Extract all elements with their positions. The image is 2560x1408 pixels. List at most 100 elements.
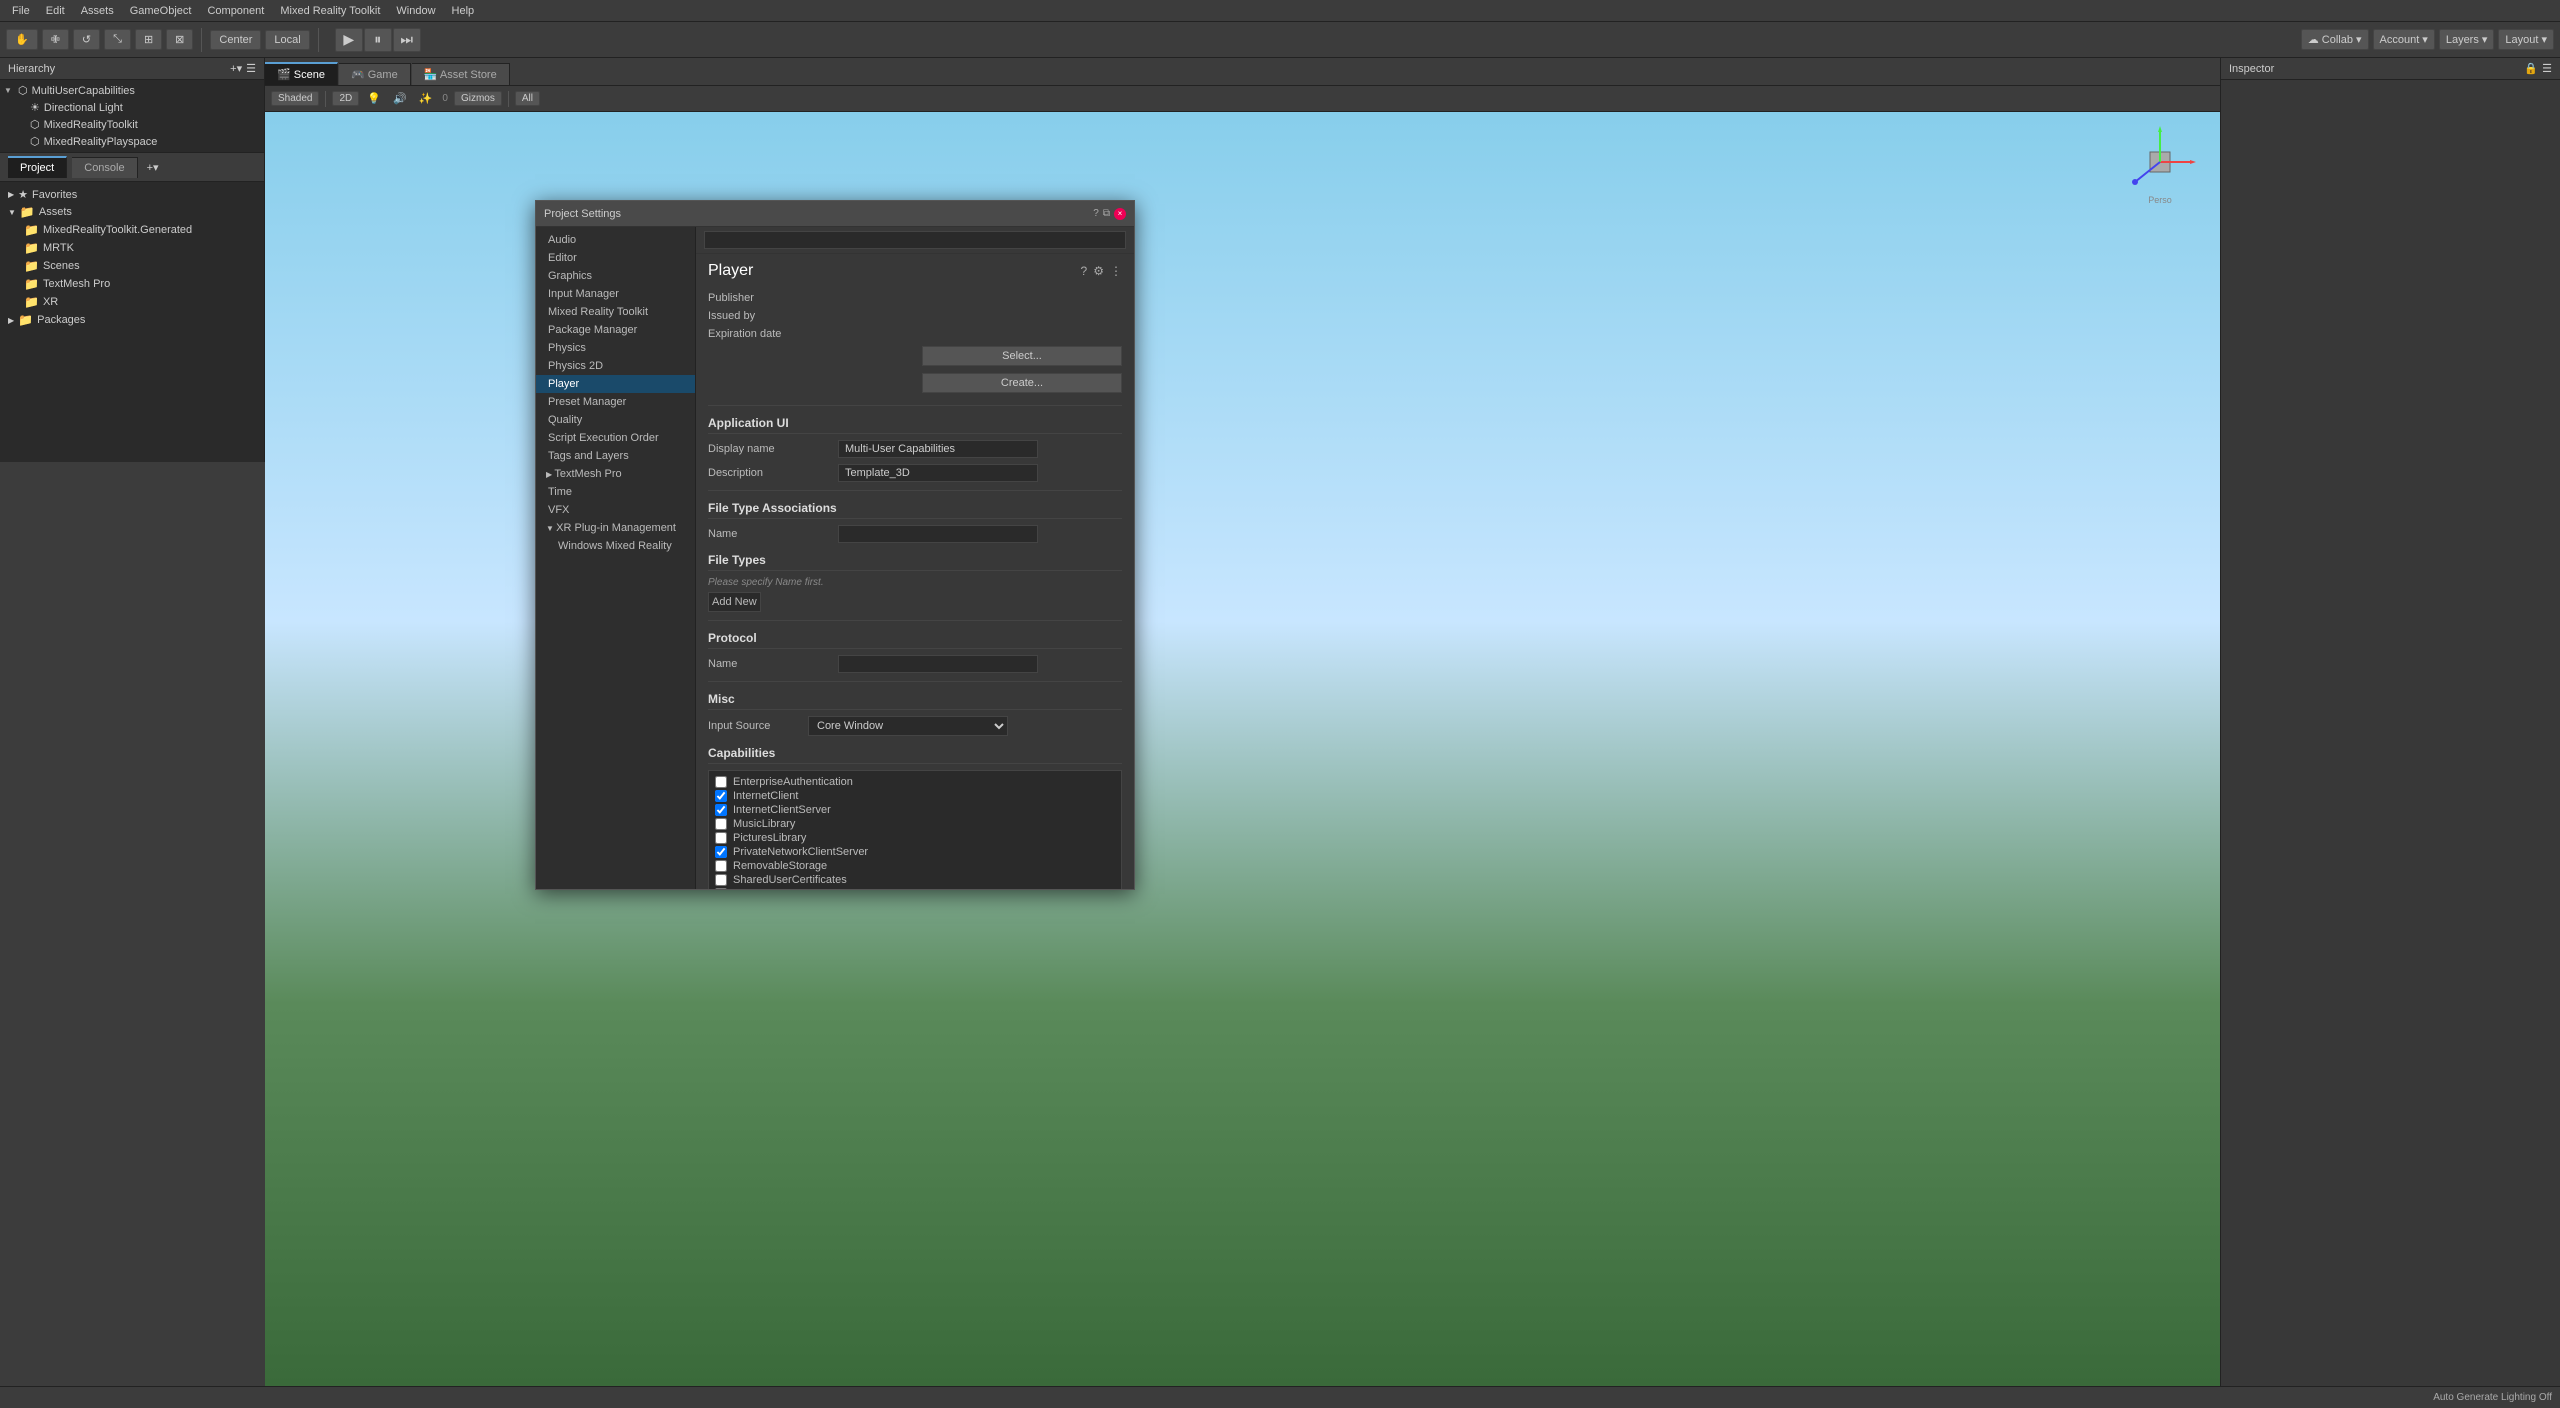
cap-internet-server-check[interactable]: [715, 804, 727, 816]
asset-item-1[interactable]: 📁 MRTK: [20, 239, 260, 257]
cap-enterprise-check[interactable]: [715, 776, 727, 788]
gizmos-btn[interactable]: Gizmos: [454, 91, 502, 106]
ps-overflow-icon[interactable]: ⋮: [1110, 264, 1122, 278]
cap-music-check[interactable]: [715, 818, 727, 830]
ps-menu-mrtk[interactable]: Mixed Reality Toolkit: [536, 303, 695, 321]
cap-private-network[interactable]: PrivateNetworkClientServer: [713, 845, 1117, 859]
cap-removable[interactable]: RemovableStorage: [713, 859, 1117, 873]
ps-menu-physics[interactable]: Physics: [536, 339, 695, 357]
cap-private-network-check[interactable]: [715, 846, 727, 858]
pause-button[interactable]: ⏸: [364, 28, 392, 52]
ps-menu-package[interactable]: Package Manager: [536, 321, 695, 339]
protocol-name-input[interactable]: [838, 655, 1038, 673]
account-button[interactable]: Account ▾: [2373, 29, 2435, 50]
description-input[interactable]: [838, 464, 1038, 482]
tab-console[interactable]: Console: [72, 157, 137, 178]
ps-menu-tags[interactable]: Tags and Layers: [536, 447, 695, 465]
ps-help-icon[interactable]: ?: [1081, 264, 1088, 278]
tool-transform[interactable]: ⊠: [166, 29, 193, 50]
cap-enterprise[interactable]: EnterpriseAuthentication: [713, 775, 1117, 789]
ps-menu-input[interactable]: Input Manager: [536, 285, 695, 303]
cap-removable-check[interactable]: [715, 860, 727, 872]
ps-menu-player[interactable]: Player: [536, 375, 695, 393]
inspector-menu-icon[interactable]: ☰: [2542, 62, 2552, 75]
menu-component[interactable]: Component: [199, 3, 272, 19]
fta-name-input[interactable]: [838, 525, 1038, 543]
cap-internet-client-check[interactable]: [715, 790, 727, 802]
ps-search-input[interactable]: [704, 231, 1126, 249]
menu-gameobject[interactable]: GameObject: [122, 3, 200, 19]
menu-file[interactable]: File: [4, 3, 38, 19]
tab-scene[interactable]: 🎬 Scene: [265, 62, 338, 85]
pivot-local[interactable]: Local: [265, 30, 309, 50]
assets-section[interactable]: ▼ 📁 Assets: [4, 203, 260, 221]
hierarchy-item-root[interactable]: ▼ ⬡ MultiUserCapabilities: [0, 82, 264, 99]
add-panel-btn[interactable]: +▾: [147, 161, 159, 174]
scene-view[interactable]: Perso Project Settings ? ⧉ × Aud: [265, 112, 2220, 1386]
asset-item-3[interactable]: 📁 TextMesh Pro: [20, 275, 260, 293]
cap-internet-client[interactable]: InternetClient: [713, 789, 1117, 803]
ps-menu-quality[interactable]: Quality: [536, 411, 695, 429]
cap-videos[interactable]: VideosLibrary: [713, 887, 1117, 889]
favorites-section[interactable]: ▶ ★ Favorites: [4, 186, 260, 203]
ps-menu-wmr[interactable]: Windows Mixed Reality: [536, 537, 695, 555]
ps-menu-preset[interactable]: Preset Manager: [536, 393, 695, 411]
ps-menu-audio[interactable]: Audio: [536, 231, 695, 249]
hierarchy-item-playspace[interactable]: ▶ ⬡ MixedRealityPlayspace: [12, 133, 264, 150]
tool-move[interactable]: ✙: [42, 29, 69, 50]
menu-edit[interactable]: Edit: [38, 3, 73, 19]
ps-settings-icon[interactable]: ⚙: [1093, 264, 1104, 278]
all-btn[interactable]: All: [515, 91, 540, 106]
asset-item-2[interactable]: 📁 Scenes: [20, 257, 260, 275]
tool-rotate[interactable]: ↺: [73, 29, 100, 50]
asset-item-0[interactable]: 📁 MixedRealityToolkit.Generated: [20, 221, 260, 239]
layout-button[interactable]: Layout ▾: [2498, 29, 2554, 50]
layers-button[interactable]: Layers ▾: [2439, 29, 2495, 50]
tool-scale[interactable]: ⤡: [104, 29, 131, 50]
input-source-select[interactable]: Core Window: [808, 716, 1008, 736]
fx-toggle-icon[interactable]: ✨: [415, 90, 437, 107]
hierarchy-item-light[interactable]: ▶ ☀ Directional Light: [12, 99, 264, 116]
tool-hand[interactable]: ✋: [6, 29, 38, 50]
light-toggle-icon[interactable]: 💡: [363, 90, 385, 107]
hierarchy-menu-icon[interactable]: ☰: [246, 62, 256, 75]
play-button[interactable]: ▶: [335, 28, 363, 52]
ps-menu-physics2d[interactable]: Physics 2D: [536, 357, 695, 375]
cap-music[interactable]: MusicLibrary: [713, 817, 1117, 831]
ps-menu-script[interactable]: Script Execution Order: [536, 429, 695, 447]
inspector-lock-icon[interactable]: 🔒: [2524, 62, 2538, 75]
ps-close-btn[interactable]: ×: [1114, 208, 1126, 220]
tool-rect[interactable]: ⊞: [135, 29, 162, 50]
menu-window[interactable]: Window: [388, 3, 443, 19]
ps-menu-time[interactable]: Time: [536, 483, 695, 501]
display-name-input[interactable]: [838, 440, 1038, 458]
cap-videos-check[interactable]: [715, 888, 727, 889]
ps-menu-graphics[interactable]: Graphics: [536, 267, 695, 285]
cap-shared-certs[interactable]: SharedUserCertificates: [713, 873, 1117, 887]
packages-item[interactable]: ▶ 📁 Packages: [4, 311, 260, 329]
shaded-btn[interactable]: Shaded: [271, 91, 319, 106]
tab-asset-store[interactable]: 🏪 Asset Store: [412, 63, 510, 85]
hierarchy-add-icon[interactable]: +▾: [230, 62, 242, 75]
audio-toggle-icon[interactable]: 🔊: [389, 90, 411, 107]
menu-assets[interactable]: Assets: [73, 3, 122, 19]
tab-game[interactable]: 🎮 Game: [339, 63, 411, 85]
menu-mixed-reality[interactable]: Mixed Reality Toolkit: [272, 3, 388, 19]
2d-btn[interactable]: 2D: [332, 91, 359, 106]
ps-menu-textmesh[interactable]: ▶ TextMesh Pro: [536, 465, 695, 483]
ps-menu-editor[interactable]: Editor: [536, 249, 695, 267]
cap-internet-server[interactable]: InternetClientServer: [713, 803, 1117, 817]
ps-menu-xr[interactable]: ▼ XR Plug-in Management: [536, 519, 695, 537]
cap-pictures[interactable]: PicturesLibrary: [713, 831, 1117, 845]
menu-help[interactable]: Help: [444, 3, 483, 19]
ps-menu-vfx[interactable]: VFX: [536, 501, 695, 519]
step-button[interactable]: ⏭: [393, 28, 421, 52]
select-btn[interactable]: Select...: [922, 346, 1122, 366]
asset-item-4[interactable]: 📁 XR: [20, 293, 260, 311]
cap-pictures-check[interactable]: [715, 832, 727, 844]
hierarchy-item-mrtk[interactable]: ▶ ⬡ MixedRealityToolkit: [12, 116, 264, 133]
cap-shared-certs-check[interactable]: [715, 874, 727, 886]
create-btn[interactable]: Create...: [922, 373, 1122, 393]
collab-button[interactable]: ☁ Collab ▾: [2301, 29, 2369, 50]
add-new-btn[interactable]: Add New: [708, 592, 761, 612]
